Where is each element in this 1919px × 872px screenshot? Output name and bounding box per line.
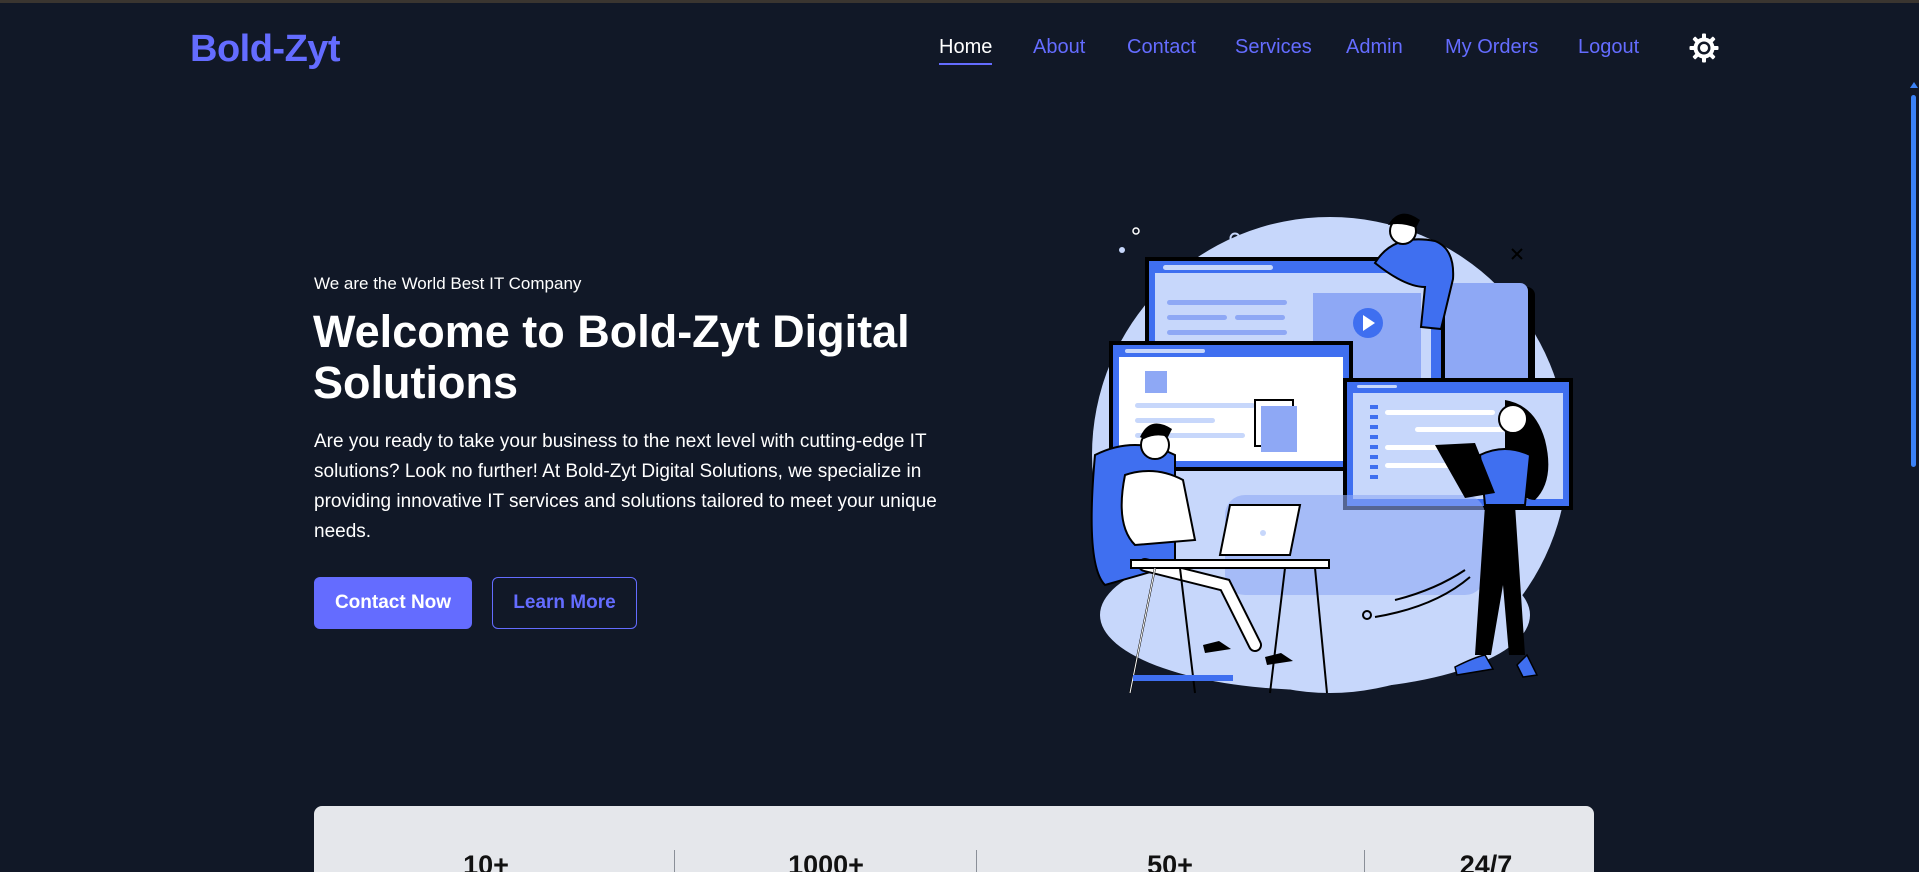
hero-illustration — [1090, 213, 1573, 694]
hero-tagline: We are the World Best IT Company — [314, 274, 582, 293]
learn-more-button[interactable]: Learn More — [492, 577, 637, 629]
nav-admin[interactable]: Admin — [1346, 36, 1403, 59]
nav-home[interactable]: Home — [939, 36, 993, 65]
contact-now-button[interactable]: Contact Now — [314, 577, 472, 629]
stats-section: 10+ 1000+ 50+ 24/7 — [314, 806, 1594, 872]
nav-about[interactable]: About — [1033, 36, 1085, 59]
stat-value: 10+ — [463, 850, 509, 872]
window-top-border — [0, 0, 1919, 3]
nav-my-orders[interactable]: My Orders — [1445, 36, 1538, 59]
stat-value: 1000+ — [788, 850, 864, 872]
nav-contact[interactable]: Contact — [1127, 36, 1196, 59]
nav-logout[interactable]: Logout — [1578, 36, 1639, 59]
hero-description: Are you ready to take your business to t… — [314, 431, 937, 542]
brand-logo[interactable]: Bold-Zyt — [190, 28, 341, 71]
scrollbar-thumb[interactable] — [1911, 95, 1916, 467]
stat-divider — [976, 850, 977, 872]
stat-value: 50+ — [1147, 850, 1193, 872]
hero-title: Welcome to Bold-Zyt Digital Solutions — [313, 306, 910, 408]
scroll-up-icon[interactable] — [1910, 82, 1918, 88]
sparkle-cross-icon — [1511, 248, 1523, 260]
page-scrollbar[interactable] — [1909, 82, 1919, 872]
stat-value: 24/7 — [1459, 850, 1513, 872]
theme-toggle-button[interactable] — [1689, 33, 1719, 63]
sparkle-dot-icon — [1119, 247, 1125, 253]
sun-icon — [1689, 33, 1719, 63]
stat-divider — [674, 850, 675, 872]
nav-services[interactable]: Services — [1235, 36, 1312, 59]
stat-divider — [1364, 850, 1365, 872]
